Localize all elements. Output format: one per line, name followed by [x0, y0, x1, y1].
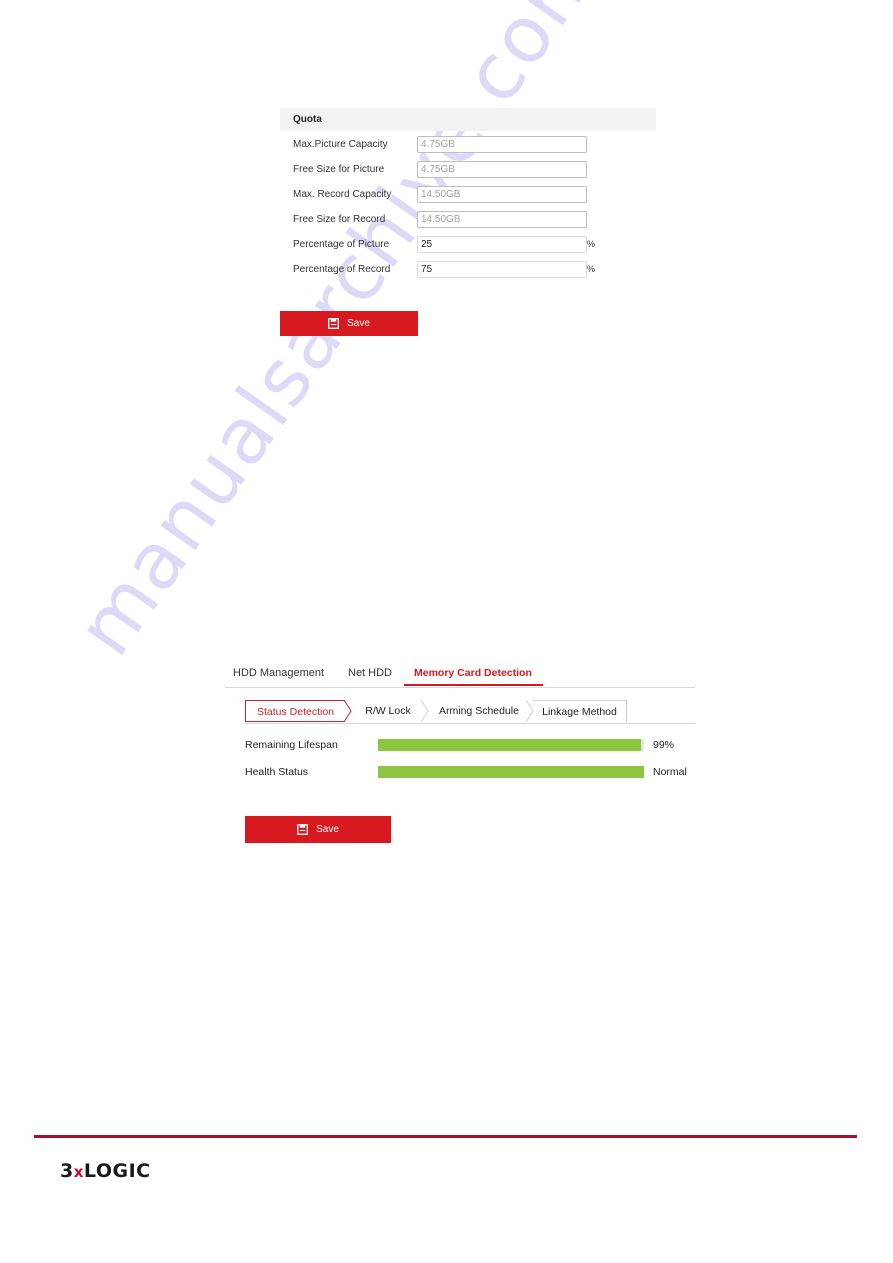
health-status-value: Normal [653, 766, 687, 778]
subtab-label: Linkage Method [542, 706, 617, 718]
tab-net-hdd[interactable]: Net HDD [348, 666, 392, 680]
logo-prefix: 3 [60, 1160, 74, 1182]
health-status-label: Health Status [245, 766, 309, 778]
save-icon [328, 318, 340, 329]
save-label: Save [316, 824, 339, 835]
active-tab-underline [404, 684, 543, 686]
field-label: Max.Picture Capacity [293, 139, 388, 150]
quota-header: Quota [280, 108, 656, 131]
subtab-label: R/W Lock [365, 705, 411, 717]
remaining-lifespan-fill [378, 739, 642, 751]
max-picture-capacity-field [417, 136, 587, 153]
subtab-label: Status Detection [256, 706, 335, 718]
percent-unit: % [587, 239, 596, 249]
percentage-picture-input[interactable] [417, 236, 587, 253]
max-record-capacity-field [417, 186, 587, 203]
field-label: Free Size for Picture [293, 164, 385, 175]
free-size-picture-field [417, 161, 587, 178]
remaining-lifespan-value: 99% [653, 739, 675, 751]
tab-memory-card-detection[interactable]: Memory Card Detection [414, 666, 532, 680]
footer-divider [34, 1135, 857, 1138]
field-label: Percentage of Record [293, 264, 391, 275]
subtab-arming-schedule[interactable]: Arming Schedule [429, 700, 529, 722]
subtab-status-detection[interactable]: Status Detection [245, 700, 345, 722]
quota-save-button[interactable]: Save [280, 311, 418, 336]
memory-card-save-button[interactable]: Save [245, 816, 391, 843]
subtab-label: Arming Schedule [439, 705, 519, 717]
field-label: Percentage of Picture [293, 239, 390, 250]
main-tabbar: HDD Management Net HDD Memory Card Detec… [225, 662, 695, 688]
field-label: Free Size for Record [293, 214, 386, 225]
subtab-rw-lock[interactable]: R/W Lock [353, 700, 423, 722]
subtab-bar: Status Detection R/W Lock Arming Schedul… [245, 700, 695, 724]
field-label: Max. Record Capacity [293, 189, 392, 200]
subtab-linkage-method[interactable]: Linkage Method [533, 700, 627, 722]
remaining-lifespan-bar [378, 739, 644, 751]
tab-hdd-management[interactable]: HDD Management [233, 666, 324, 680]
3xlogic-logo: 3xLOGIC [60, 1160, 151, 1182]
health-status-bar [378, 766, 644, 778]
health-status-fill [378, 766, 644, 778]
save-icon [297, 824, 309, 835]
percent-unit: % [587, 264, 596, 274]
logo-x: x [73, 1163, 84, 1181]
logo-suffix: LOGIC [83, 1160, 151, 1182]
percentage-record-input[interactable] [417, 261, 587, 278]
save-label: Save [347, 318, 370, 329]
free-size-record-field [417, 211, 587, 228]
remaining-lifespan-label: Remaining Lifespan [245, 739, 338, 751]
